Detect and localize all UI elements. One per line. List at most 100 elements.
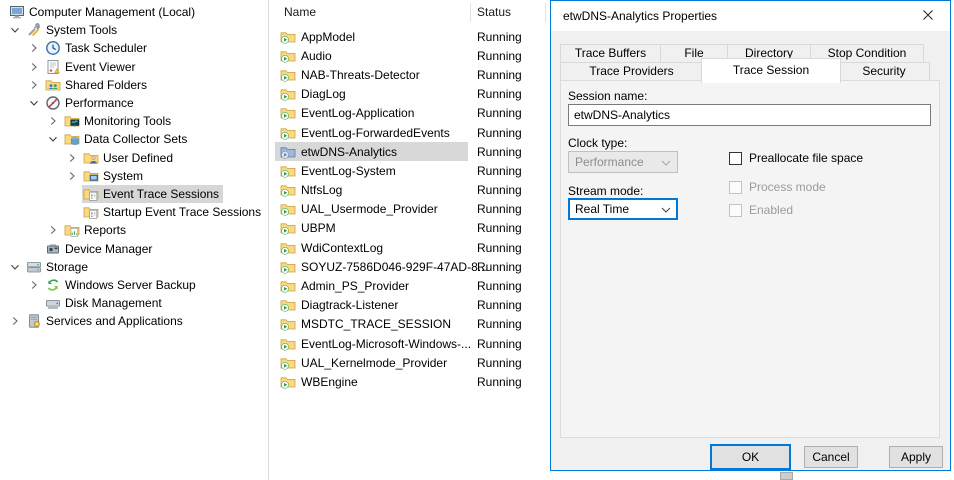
- list-row-ntfslog[interactable]: NtfsLogRunning: [269, 181, 550, 200]
- tree-item-task-scheduler[interactable]: Task Scheduler: [0, 39, 268, 57]
- chevron-expanded-icon[interactable]: [8, 25, 25, 35]
- chevron-collapsed-icon[interactable]: [46, 225, 63, 235]
- tree-item-body[interactable]: Computer Management (Local): [8, 3, 199, 21]
- tree-item-body[interactable]: Services and Applications: [25, 312, 187, 330]
- chevron-collapsed-icon[interactable]: [46, 116, 63, 126]
- tree-item-body[interactable]: System: [82, 167, 147, 185]
- list-row-audio[interactable]: AudioRunning: [269, 46, 550, 65]
- chevron-collapsed-icon[interactable]: [65, 171, 82, 181]
- column-divider[interactable]: [545, 3, 546, 22]
- tree-item-computer-management-local[interactable]: Computer Management (Local): [0, 3, 268, 21]
- tree-item-system[interactable]: System: [0, 167, 268, 185]
- tree-item-performance[interactable]: Performance: [0, 94, 268, 112]
- checkbox-preallocate-file-space[interactable]: Preallocate file space: [729, 151, 863, 165]
- list-row-eventlog-system[interactable]: EventLog-SystemRunning: [269, 161, 550, 180]
- chevron-expanded-icon[interactable]: [8, 262, 25, 272]
- tree-item-services-and-applications[interactable]: Services and Applications: [0, 312, 268, 330]
- tree-item-system-tools[interactable]: System Tools: [0, 21, 268, 39]
- chevron-collapsed-icon[interactable]: [27, 80, 44, 90]
- session-status: Running: [477, 202, 522, 216]
- apply-button[interactable]: Apply: [889, 446, 943, 468]
- tree-item-user-defined[interactable]: User Defined: [0, 149, 268, 167]
- tree-item-data-collector-sets[interactable]: Data Collector Sets: [0, 130, 268, 148]
- chevron-expanded-icon[interactable]: [46, 134, 63, 144]
- chevron-expanded-icon[interactable]: [27, 98, 44, 108]
- tab-security[interactable]: Security: [838, 62, 930, 81]
- tree-item-body[interactable]: Windows Server Backup: [44, 276, 200, 294]
- tree-item-storage[interactable]: Storage: [0, 258, 268, 276]
- stream-mode-dropdown[interactable]: Real Time: [568, 198, 678, 220]
- tree-item-label: System Tools: [46, 23, 117, 37]
- list-row-nab-threats-detector[interactable]: NAB-Threats-DetectorRunning: [269, 65, 550, 84]
- session-status: Running: [477, 221, 522, 235]
- tree-item-disk-management[interactable]: Disk Management: [0, 294, 268, 312]
- tree-item-body[interactable]: Performance: [44, 94, 138, 112]
- tree-item-event-trace-sessions[interactable]: Event Trace Sessions: [0, 185, 268, 203]
- list-row-etwdns-analytics[interactable]: etwDNS-AnalyticsRunning: [269, 142, 550, 161]
- tree-item-body[interactable]: Startup Event Trace Sessions: [82, 203, 265, 221]
- chevron-collapsed-icon[interactable]: [27, 43, 44, 53]
- trace-session-tab-page: [560, 80, 940, 438]
- list-rows: AppModelRunningAudioRunningNAB-Threats-D…: [269, 27, 550, 392]
- tree-item-body[interactable]: Task Scheduler: [44, 39, 151, 57]
- clock-type-label: Clock type:: [568, 136, 627, 150]
- tab-trace-session[interactable]: Trace Session: [701, 58, 841, 83]
- tree-item-body[interactable]: User Defined: [82, 149, 177, 167]
- list-row-diaglog[interactable]: DiagLogRunning: [269, 85, 550, 104]
- list-row-ual-kernelmode-provider[interactable]: UAL_Kernelmode_ProviderRunning: [269, 353, 550, 372]
- tree-item-startup-event-trace-sessions[interactable]: Startup Event Trace Sessions: [0, 203, 268, 221]
- tree-item-body[interactable]: Monitoring Tools: [63, 112, 175, 130]
- tree-item-windows-server-backup[interactable]: Windows Server Backup: [0, 276, 268, 294]
- column-header-status[interactable]: Status: [477, 0, 511, 25]
- chevron-collapsed-icon[interactable]: [8, 316, 25, 326]
- chevron-collapsed-icon[interactable]: [27, 280, 44, 290]
- list-row-wdicontextlog[interactable]: WdiContextLogRunning: [269, 238, 550, 257]
- tab-trace-buffers[interactable]: Trace Buffers: [560, 44, 661, 63]
- properties-dialog: etwDNS-Analytics Properties Trace Buffer…: [550, 0, 951, 471]
- tree-item-body[interactable]: Reports: [63, 221, 130, 239]
- tree-item-body[interactable]: Shared Folders: [44, 76, 151, 94]
- list-row-soyuz-7586d046-929f-47ad-8[interactable]: SOYUZ-7586D046-929F-47AD-8...Running: [269, 257, 550, 276]
- computer-management-window: Computer Management (Local) System Tools T…: [0, 0, 954, 480]
- list-row-ubpm[interactable]: UBPMRunning: [269, 219, 550, 238]
- close-button[interactable]: [905, 1, 950, 31]
- tree-item-label: User Defined: [103, 151, 173, 165]
- tree-item-body[interactable]: Device Manager: [44, 240, 156, 258]
- tree-item-label: Reports: [84, 223, 126, 237]
- session-name-input[interactable]: [568, 104, 931, 126]
- tree-item-body[interactable]: Event Trace Sessions: [82, 185, 223, 203]
- tab-trace-providers[interactable]: Trace Providers: [560, 62, 703, 81]
- stream-mode-value: Real Time: [575, 202, 629, 216]
- list-row-ual-usermode-provider[interactable]: UAL_Usermode_ProviderRunning: [269, 200, 550, 219]
- folder-run-icon: [280, 182, 296, 198]
- tree-item-body[interactable]: Event Viewer: [44, 58, 139, 76]
- tree-item-label: Services and Applications: [46, 314, 183, 328]
- tree-item-body[interactable]: System Tools: [25, 21, 121, 39]
- chevron-collapsed-icon[interactable]: [65, 153, 82, 163]
- column-divider[interactable]: [470, 3, 471, 22]
- tree-item-event-viewer[interactable]: Event Viewer: [0, 58, 268, 76]
- list-row-eventlog-forwardedevents[interactable]: EventLog-ForwardedEventsRunning: [269, 123, 550, 142]
- ok-button[interactable]: OK: [710, 444, 791, 470]
- list-row-eventlog-microsoft-windows[interactable]: EventLog-Microsoft-Windows-...Running: [269, 334, 550, 353]
- chevron-collapsed-icon[interactable]: [27, 62, 44, 72]
- list-row-admin-ps-provider[interactable]: Admin_PS_ProviderRunning: [269, 276, 550, 295]
- list-row-diagtrack-listener[interactable]: Diagtrack-ListenerRunning: [269, 296, 550, 315]
- list-row-msdtc-trace-session[interactable]: MSDTC_TRACE_SESSIONRunning: [269, 315, 550, 334]
- list-row-appmodel[interactable]: AppModelRunning: [269, 27, 550, 46]
- list-row-wbengine[interactable]: WBEngineRunning: [269, 372, 550, 391]
- session-name: UAL_Kernelmode_Provider: [301, 356, 447, 370]
- checkbox-box[interactable]: [729, 152, 742, 165]
- tree-item-monitoring-tools[interactable]: Monitoring Tools: [0, 112, 268, 130]
- tree-item-body[interactable]: Storage: [25, 258, 92, 276]
- session-name: NtfsLog: [301, 183, 342, 197]
- tree-item-body[interactable]: Data Collector Sets: [63, 130, 191, 148]
- cancel-button[interactable]: Cancel: [804, 446, 858, 468]
- tree-item-shared-folders[interactable]: Shared Folders: [0, 76, 268, 94]
- tree-item-body[interactable]: Disk Management: [44, 294, 166, 312]
- list-row-eventlog-application[interactable]: EventLog-ApplicationRunning: [269, 104, 550, 123]
- folder-monitor-icon: [64, 113, 80, 129]
- tree-item-reports[interactable]: Reports: [0, 221, 268, 239]
- tree-item-device-manager[interactable]: Device Manager: [0, 239, 268, 257]
- column-header-name[interactable]: Name: [284, 0, 316, 25]
